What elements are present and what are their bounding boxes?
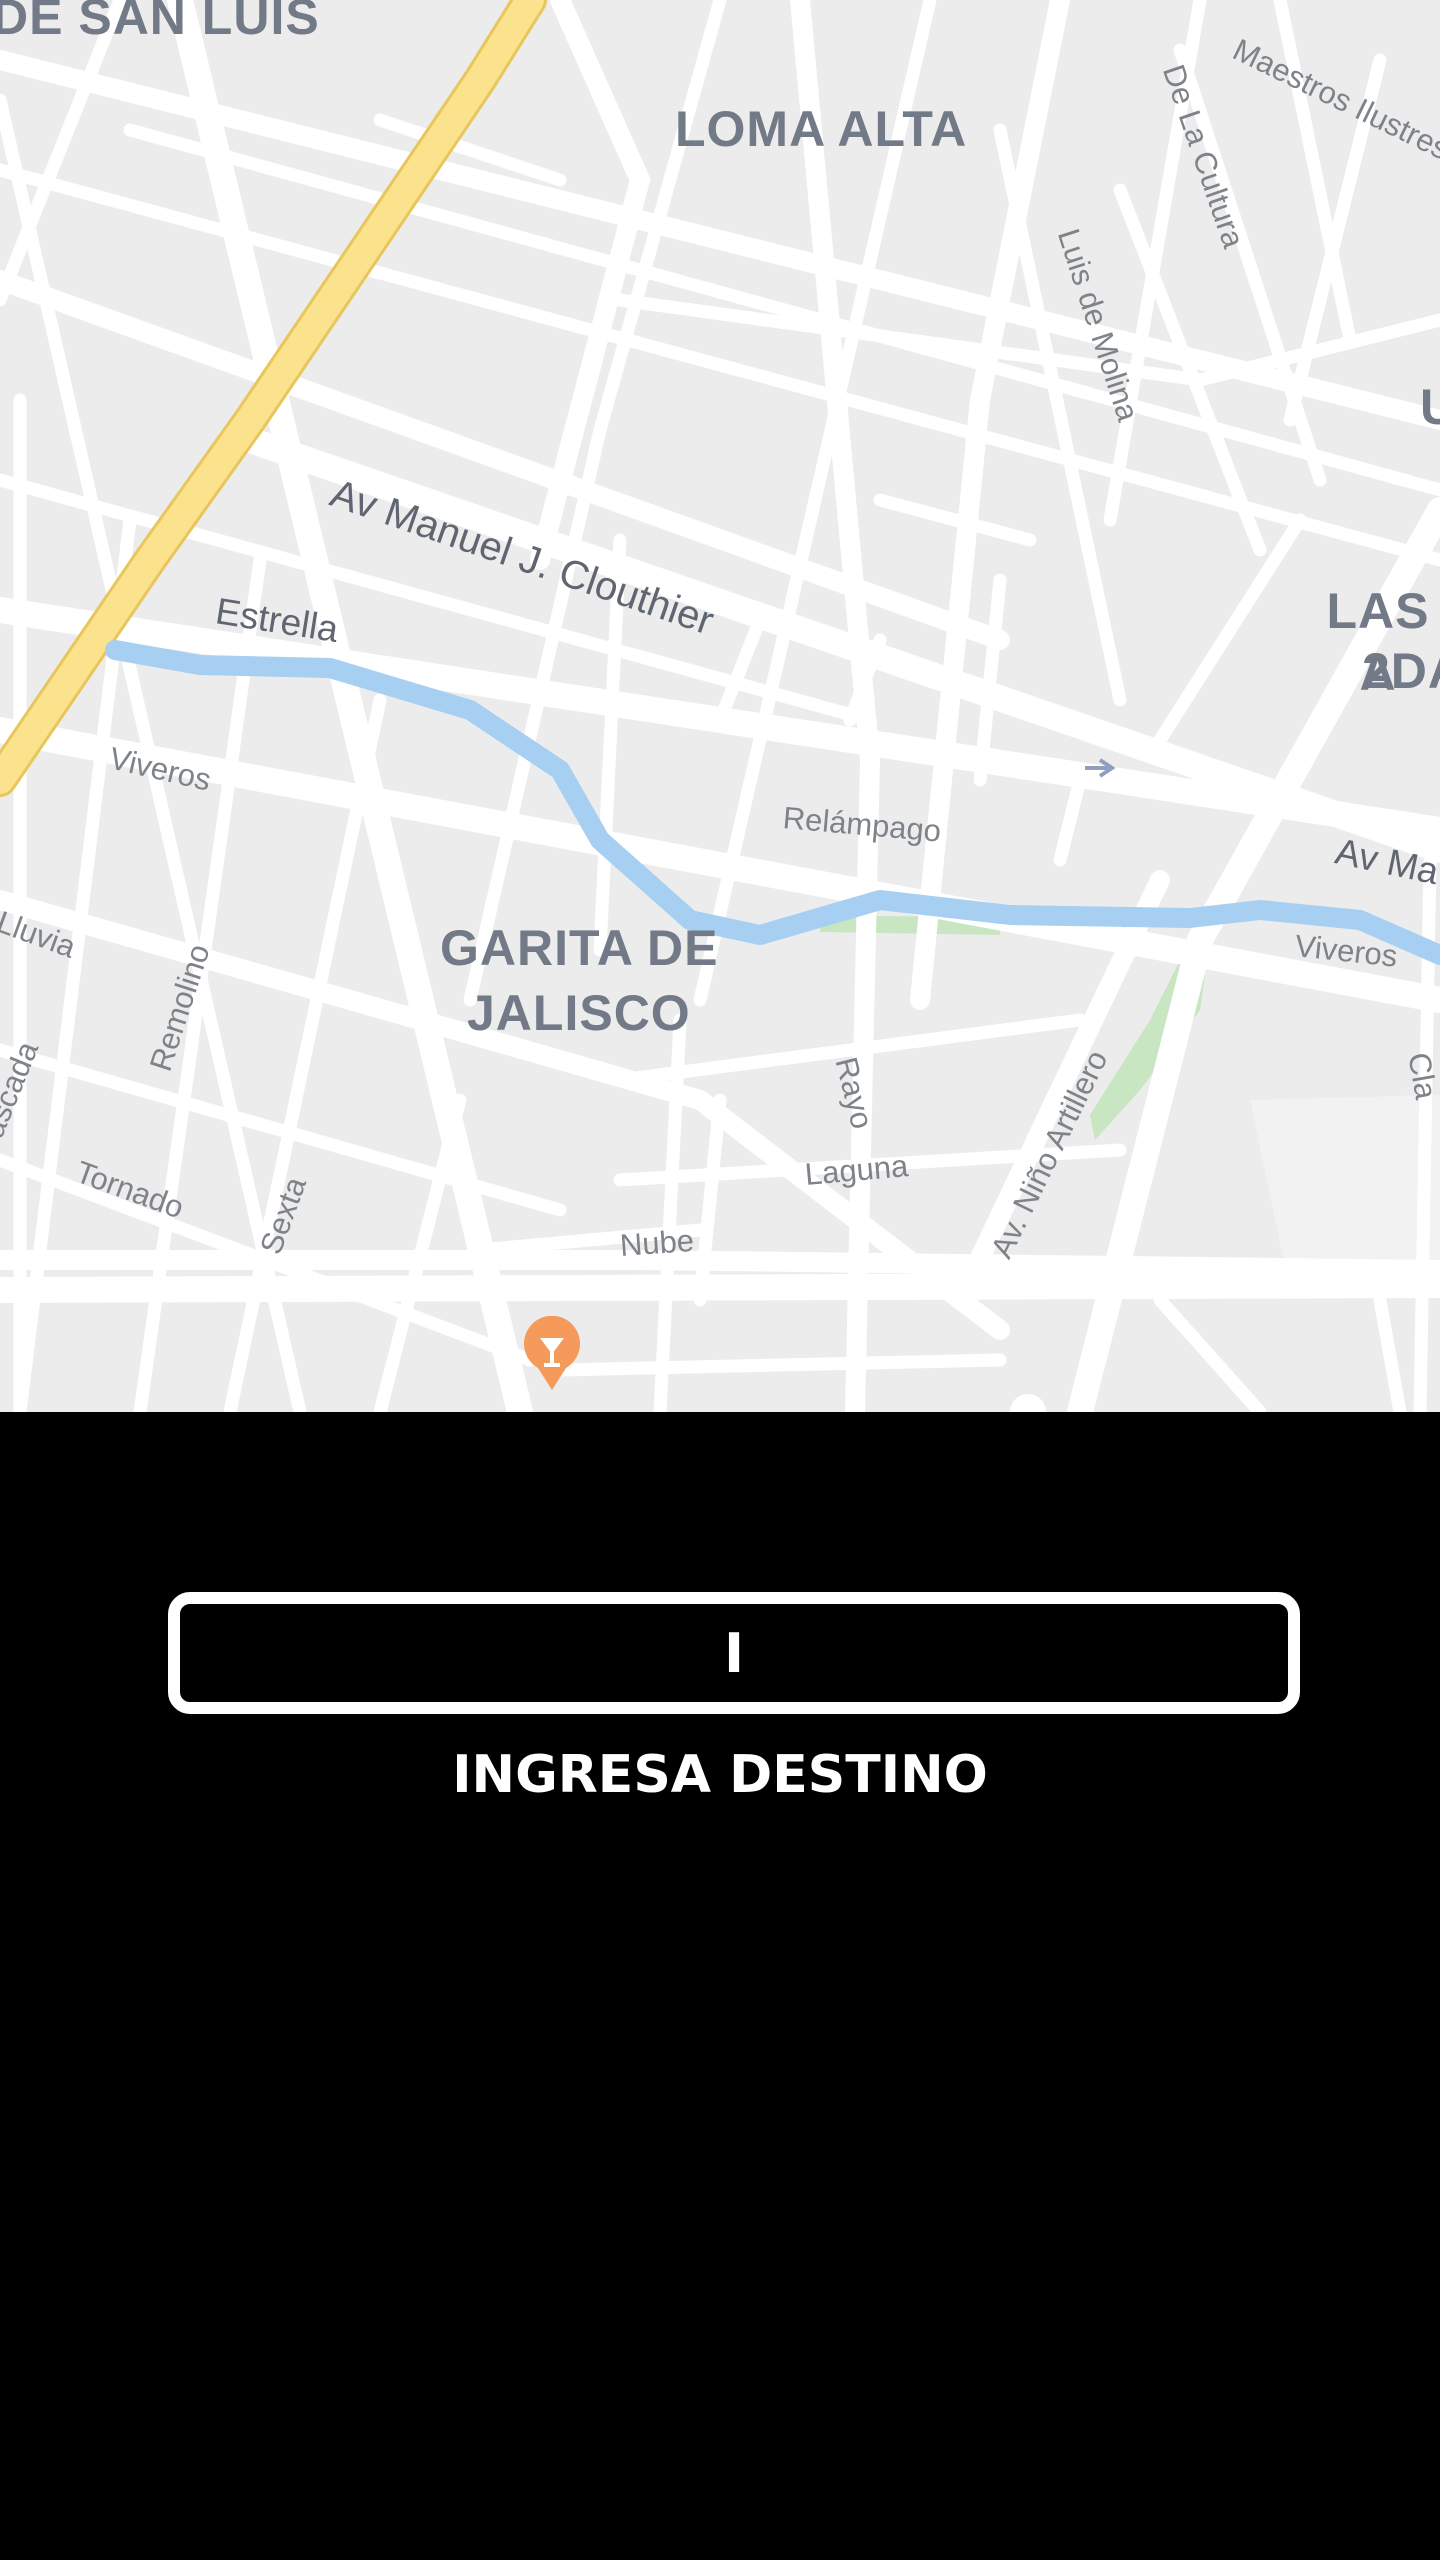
street-label-right-edge: Cla [1401,1049,1440,1102]
cocktail-bar-pin-icon[interactable] [522,1316,582,1394]
map-view[interactable]: DE SAN LUIS LOMA ALTA LAS A 2DA U GARITA… [0,0,1440,1412]
street-label-nube: Nube [618,1222,696,1263]
area-label-loma-alta: LOMA ALTA [675,101,968,157]
area-label-u: U [1420,379,1440,435]
destination-label: INGRESA DESTINO [452,1745,988,1805]
bottom-panel [0,1412,1440,2560]
area-label-garita-line2: JALISCO [467,985,691,1041]
destination-input[interactable] [168,1592,1300,1714]
area-label-san-luis: DE SAN LUIS [0,0,320,45]
area-label-garita-line1: GARITA DE [440,920,719,976]
area-label-las-2da-line2: 2DA [1362,643,1440,699]
